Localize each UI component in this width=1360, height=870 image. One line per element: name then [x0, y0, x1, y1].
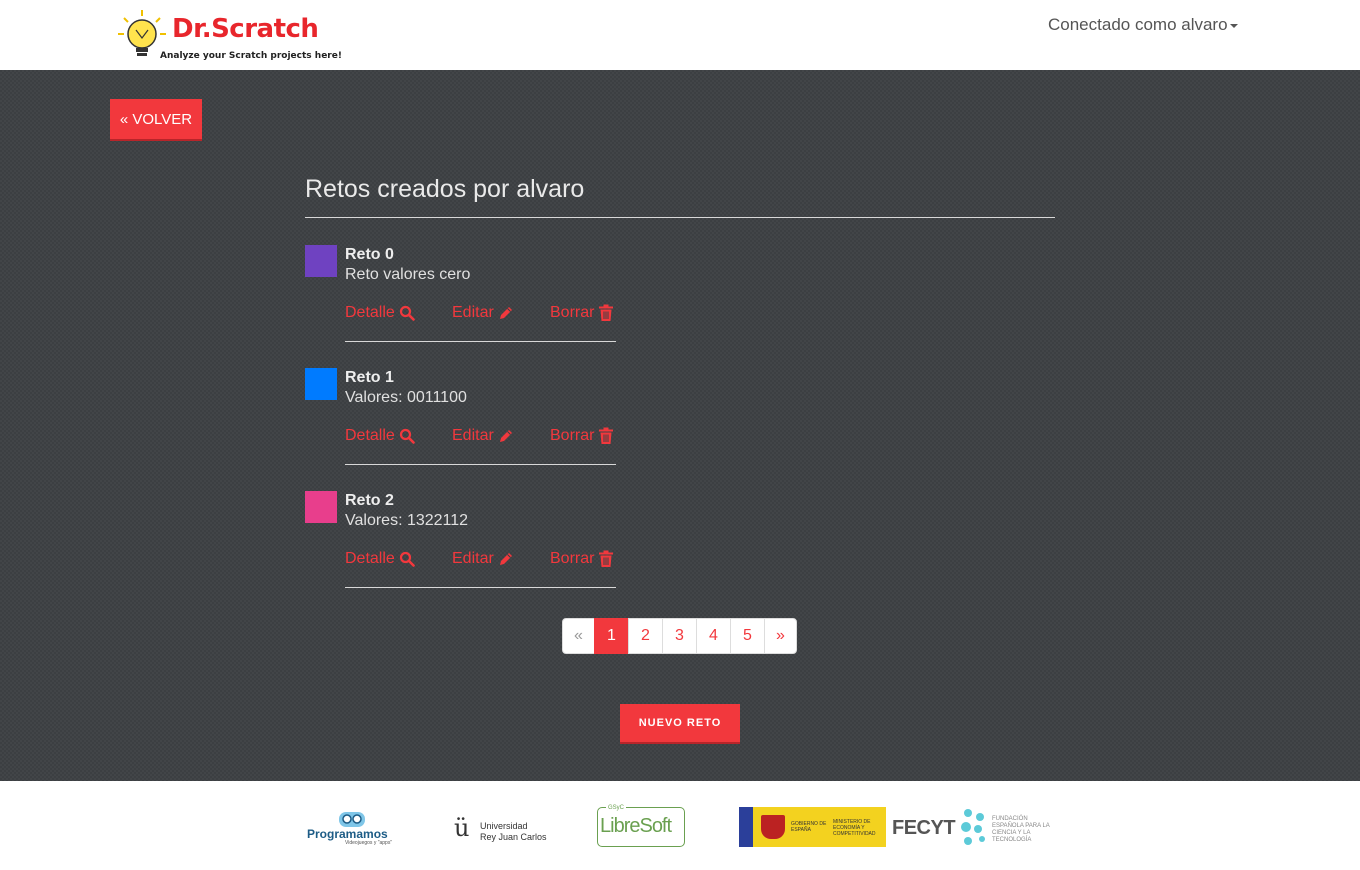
pencil-icon	[499, 553, 512, 565]
title-divider	[305, 217, 1055, 218]
logo-title: Dr.Scratch	[172, 14, 319, 44]
search-icon	[399, 305, 415, 321]
pagination-page-4[interactable]: 4	[696, 618, 731, 654]
reto-divider	[345, 464, 616, 465]
fecyt-logo[interactable]: FECYT FUNDACIÓN ESPAÑOLA PARA LA CIENCIA…	[892, 807, 1056, 847]
robot-icon	[339, 812, 365, 827]
urjc-u-mark: ü	[454, 814, 470, 842]
libresoft-logo[interactable]: GSyC LibreSoft	[597, 805, 685, 847]
reto-color-swatch	[305, 491, 337, 523]
reto-description: Reto valores cero	[345, 266, 471, 283]
trash-icon	[599, 427, 614, 444]
back-button[interactable]: « VOLVER	[110, 99, 202, 139]
detail-link[interactable]: Detalle	[345, 304, 415, 322]
reto-item: Reto 2 Valores: 1322112 Detalle Editar B…	[305, 491, 625, 591]
top-navbar: Dr.Scratch Analyze your Scratch projects…	[0, 0, 1360, 70]
reto-name: Reto 2	[345, 492, 394, 509]
user-dropdown[interactable]: Conectado como alvaro	[1048, 15, 1238, 35]
delete-label: Borrar	[550, 550, 595, 567]
pagination-page-1[interactable]: 1	[594, 618, 629, 654]
logo-subtitle: Analyze your Scratch projects here!	[160, 51, 342, 61]
programamos-logo[interactable]: Programamos Videojuegos y "apps"	[307, 809, 395, 847]
detail-link[interactable]: Detalle	[345, 427, 415, 445]
eu-flag-icon	[739, 807, 753, 847]
user-dropdown-label: Conectado como alvaro	[1048, 15, 1228, 34]
reto-divider	[345, 341, 616, 342]
reto-item: Reto 0 Reto valores cero Detalle Editar …	[305, 245, 625, 345]
pagination-next[interactable]: »	[764, 618, 797, 654]
edit-label: Editar	[452, 304, 494, 321]
dr-scratch-logo[interactable]: Dr.Scratch Analyze your Scratch projects…	[116, 8, 342, 64]
delete-label: Borrar	[550, 427, 595, 444]
reto-description: Valores: 0011100	[345, 389, 467, 406]
urjc-line2: Rey Juan Carlos	[480, 832, 547, 842]
delete-link[interactable]: Borrar	[550, 427, 614, 445]
pagination: « 1 2 3 4 5 »	[562, 618, 797, 654]
programamos-text: Programamos	[307, 827, 388, 841]
coat-of-arms-icon	[761, 815, 785, 839]
page-title: Retos creados por alvaro	[305, 175, 585, 203]
trash-icon	[599, 304, 614, 321]
edit-link[interactable]: Editar	[452, 427, 514, 445]
search-icon	[399, 428, 415, 444]
detail-link[interactable]: Detalle	[345, 550, 415, 568]
reto-color-swatch	[305, 368, 337, 400]
trash-icon	[599, 550, 614, 567]
delete-link[interactable]: Borrar	[550, 304, 614, 322]
search-icon	[399, 551, 415, 567]
new-reto-button[interactable]: NUEVO RETO	[620, 704, 740, 742]
edit-link[interactable]: Editar	[452, 304, 514, 322]
ministerio-text: MINISTERIO DE ECONOMÍA Y COMPETITIVIDAD	[833, 819, 876, 837]
gobierno-logo[interactable]: GOBIERNO DE ESPAÑA MINISTERIO DE ECONOMÍ…	[739, 807, 886, 847]
edit-label: Editar	[452, 550, 494, 567]
reto-color-swatch	[305, 245, 337, 277]
libresoft-top: GSyC	[606, 805, 627, 811]
reto-item: Reto 1 Valores: 0011100 Detalle Editar B…	[305, 368, 625, 468]
reto-divider	[345, 587, 616, 588]
gobierno-text: GOBIERNO DE ESPAÑA	[791, 821, 827, 833]
urjc-line1: Universidad	[480, 821, 528, 831]
detail-label: Detalle	[345, 550, 395, 567]
libresoft-text: LibreSoft	[600, 815, 672, 837]
caret-down-icon	[1229, 23, 1238, 28]
pagination-prev[interactable]: «	[562, 618, 595, 654]
detail-label: Detalle	[345, 427, 395, 444]
edit-label: Editar	[452, 427, 494, 444]
reto-name: Reto 1	[345, 369, 394, 386]
urjc-logo[interactable]: ü Universidad Rey Juan Carlos	[454, 808, 547, 844]
detail-label: Detalle	[345, 304, 395, 321]
edit-link[interactable]: Editar	[452, 550, 514, 568]
pencil-icon	[499, 307, 512, 319]
pencil-icon	[499, 430, 512, 442]
footer-sponsors: Programamos Videojuegos y "apps" ü Unive…	[0, 781, 1360, 870]
pagination-page-3[interactable]: 3	[662, 618, 697, 654]
reto-description: Valores: 1322112	[345, 512, 469, 529]
main-content: « VOLVER Retos creados por alvaro Reto 0…	[0, 70, 1360, 781]
reto-name: Reto 0	[345, 246, 394, 263]
delete-link[interactable]: Borrar	[550, 550, 614, 568]
pagination-page-2[interactable]: 2	[628, 618, 663, 654]
fecyt-subtitle: FUNDACIÓN ESPAÑOLA PARA LA CIENCIA Y LA …	[992, 816, 1050, 843]
programamos-subtitle: Videojuegos y "apps"	[345, 840, 393, 846]
molecule-icon	[961, 809, 985, 845]
fecyt-text: FECYT	[892, 817, 956, 839]
delete-label: Borrar	[550, 304, 595, 321]
pagination-page-5[interactable]: 5	[730, 618, 765, 654]
